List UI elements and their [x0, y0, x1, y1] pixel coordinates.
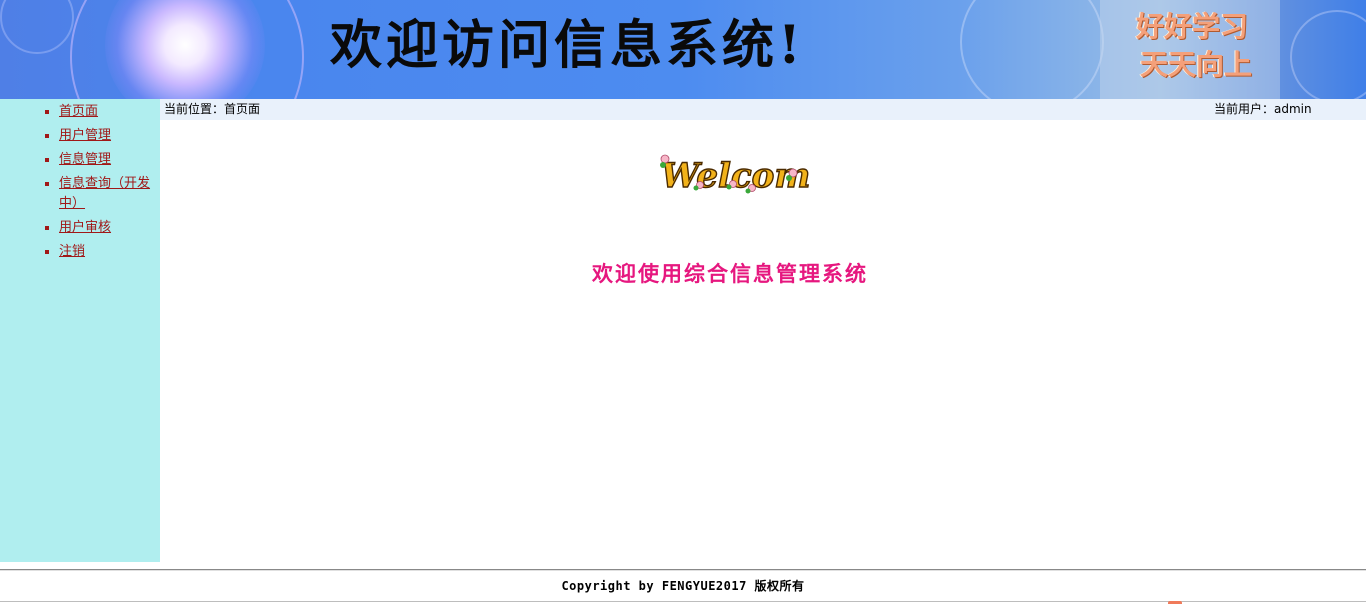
square-bullet-icon	[45, 158, 49, 162]
banner-title: 欢迎访问信息系统!	[330, 15, 805, 76]
sidebar-item-info-query: 信息查询（开发中）	[0, 174, 160, 214]
banner-motto-line1: 好好学习	[1136, 10, 1249, 43]
sidebar-link-home[interactable]: 首页面	[59, 104, 98, 119]
square-bullet-icon	[45, 250, 49, 254]
current-user: 当前用户：admin	[1214, 102, 1312, 116]
sidebar-item-user-review: 用户审核	[0, 218, 160, 238]
location-bar: 当前位置：首页面 当前用户：admin	[160, 99, 1366, 120]
sidebar-nav: 首页面 用户管理 信息管理 信息查询（开发中） 用户审核 注销	[0, 99, 160, 562]
sidebar-item-user-management: 用户管理	[0, 126, 160, 146]
sidebar-item-home: 首页面	[0, 102, 160, 122]
footer-copyright: Copyright by FENGYUE2017 版权所有	[561, 579, 805, 593]
sidebar-link-logout[interactable]: 注销	[59, 244, 85, 259]
banner-motto: 好好学习 天天向上	[1136, 8, 1266, 84]
square-bullet-icon	[45, 226, 49, 230]
sidebar-link-user-review[interactable]: 用户审核	[59, 220, 111, 235]
sidebar-item-info-management: 信息管理	[0, 150, 160, 170]
sidebar-link-user-management[interactable]: 用户管理	[59, 128, 111, 143]
sidebar-link-info-management[interactable]: 信息管理	[59, 152, 111, 167]
banner-decoration-ring	[0, 0, 74, 54]
square-bullet-icon	[45, 134, 49, 138]
footer-divider	[0, 601, 1366, 602]
current-location: 当前位置：首页面	[164, 102, 261, 116]
square-bullet-icon	[45, 182, 49, 186]
welcome-heading: 欢迎使用综合信息管理系统	[592, 261, 868, 286]
sidebar-link-info-query[interactable]: 信息查询（开发中）	[59, 176, 150, 211]
welcome-image: Welcome	[660, 154, 810, 197]
banner-decoration-ring	[960, 0, 1104, 99]
banner-light-flare	[105, 0, 265, 99]
banner-decoration-ring	[1290, 10, 1366, 99]
sidebar-item-logout: 注销	[0, 242, 160, 262]
square-bullet-icon	[45, 110, 49, 114]
sidebar-menu: 首页面 用户管理 信息管理 信息查询（开发中） 用户审核 注销	[0, 99, 160, 262]
header-banner: 欢迎访问信息系统! 好好学习 天天向上	[0, 0, 1366, 99]
banner-motto-line2: 天天向上	[1140, 48, 1253, 81]
